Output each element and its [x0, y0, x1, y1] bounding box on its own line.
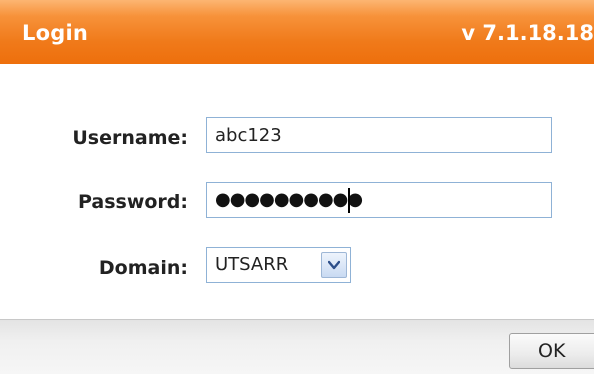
- username-label: Username:: [72, 127, 188, 149]
- version-label: v 7.1.18.18: [461, 21, 594, 45]
- domain-select[interactable]: UTSARR: [206, 247, 351, 283]
- password-label: Password:: [77, 191, 188, 213]
- title-bar: Login v 7.1.18.18: [0, 0, 594, 64]
- text-caret: [348, 188, 350, 213]
- login-dialog: Login v 7.1.18.18 Username: Password: ●●…: [0, 0, 594, 374]
- domain-label: Domain:: [98, 257, 188, 279]
- chevron-down-icon: [328, 260, 340, 270]
- username-input[interactable]: [206, 117, 552, 153]
- ok-button[interactable]: OK: [509, 333, 594, 369]
- password-input[interactable]: ●●●●●●●●●●: [206, 182, 552, 218]
- domain-selected-value: UTSARR: [215, 254, 289, 275]
- window-title: Login: [22, 21, 88, 45]
- dialog-footer: [0, 319, 594, 374]
- domain-dropdown-button[interactable]: [321, 252, 347, 278]
- password-mask: ●●●●●●●●●●: [215, 189, 363, 210]
